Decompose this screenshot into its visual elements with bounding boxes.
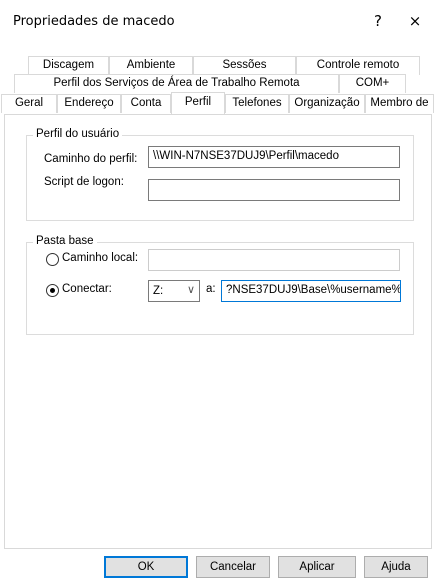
tab-membro-de[interactable]: Membro de <box>365 94 434 113</box>
profile-path-label: Caminho do perfil: <box>44 153 138 165</box>
tab-organizacao[interactable]: Organização <box>289 94 365 113</box>
tab-perfil[interactable]: Perfil <box>171 92 225 114</box>
tab-conta[interactable]: Conta <box>121 94 171 113</box>
logon-script-label: Script de logon: <box>44 176 124 188</box>
tab-controle-remoto[interactable]: Controle remoto <box>296 56 420 75</box>
tab-endereco[interactable]: Endereço <box>57 94 121 113</box>
home-folder-legend: Pasta base <box>33 235 97 247</box>
local-path-radio[interactable] <box>46 253 59 266</box>
window-title: Propriedades de macedo <box>13 14 175 29</box>
connect-label: Conectar: <box>62 283 112 295</box>
help-title-button[interactable]: ? <box>363 8 393 34</box>
radio-selected-dot <box>50 288 55 293</box>
user-profile-legend: Perfil do usuário <box>33 128 123 140</box>
apply-button[interactable]: Aplicar <box>278 556 356 578</box>
drive-letter-select[interactable]: Z: ∨ <box>148 280 200 302</box>
local-path-input[interactable] <box>148 249 400 271</box>
logon-script-input[interactable] <box>148 179 400 201</box>
tab-ambiente[interactable]: Ambiente <box>109 56 193 75</box>
local-path-label: Caminho local: <box>62 252 139 264</box>
ok-button[interactable]: OK <box>104 556 188 578</box>
chevron-down-icon: ∨ <box>186 284 195 296</box>
close-button[interactable]: × <box>400 8 430 34</box>
connect-radio[interactable] <box>46 284 59 297</box>
tab-perfil-servicos[interactable]: Perfil dos Serviços de Área de Trabalho … <box>14 74 339 93</box>
tab-discagem[interactable]: Discagem <box>28 56 109 75</box>
connect-to-label: a: <box>206 283 216 295</box>
tab-geral[interactable]: Geral <box>1 94 57 113</box>
title-bar: Propriedades de macedo ? × <box>0 0 435 40</box>
profile-path-input[interactable]: \\WIN-N7NSE37DUJ9\Perfil\macedo <box>148 146 400 168</box>
cancel-button[interactable]: Cancelar <box>196 556 270 578</box>
tab-com-plus[interactable]: COM+ <box>339 74 406 93</box>
tab-telefones[interactable]: Telefones <box>225 94 289 113</box>
drive-letter-value: Z: <box>153 285 164 297</box>
help-button[interactable]: Ajuda <box>364 556 428 578</box>
tab-sessoes[interactable]: Sessões <box>193 56 296 75</box>
connect-to-input[interactable]: ?NSE37DUJ9\Base\%username% <box>221 280 401 302</box>
